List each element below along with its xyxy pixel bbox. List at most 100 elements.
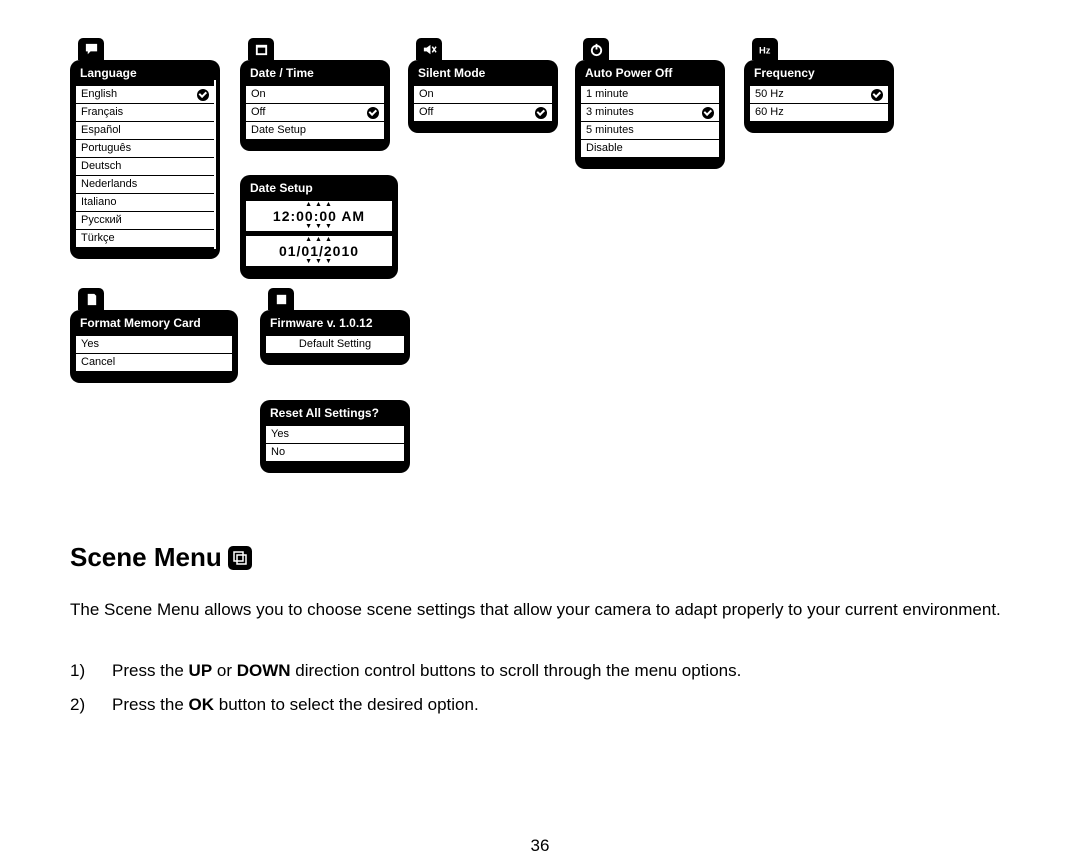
heading-line: Scene Menu (70, 542, 1050, 573)
power-icon (583, 38, 609, 60)
item-label: Italiano (81, 194, 116, 211)
list-item[interactable]: No (266, 444, 404, 461)
menu-title: Firmware v. 1.0.12 (264, 314, 406, 334)
item-label: No (271, 444, 285, 461)
list-item[interactable]: Deutsch (76, 158, 214, 176)
menu-title: Date Setup (244, 179, 394, 198)
list-item[interactable]: Italiano (76, 194, 214, 212)
item-label: 1 minute (586, 86, 628, 103)
list-item[interactable]: 3 minutes (581, 104, 719, 122)
menu-title: Format Memory Card (74, 314, 234, 334)
item-label: 3 minutes (586, 104, 634, 121)
sd-card-icon (78, 288, 104, 310)
manual-page: Language English Français Español Portug… (0, 0, 1080, 864)
item-label: Español (81, 122, 121, 139)
check-icon (535, 107, 547, 119)
check-icon (367, 107, 379, 119)
item-label: Deutsch (81, 158, 121, 175)
item-label: Türkçe (81, 230, 115, 247)
reset-menu: Reset All Settings? Yes No (260, 400, 410, 473)
scrollbar[interactable] (214, 80, 216, 249)
list-item[interactable]: Off (414, 104, 552, 121)
step-number: 1) (70, 654, 92, 688)
firmware-list: Default Setting (264, 334, 406, 355)
date-value: 01/01/2010 (279, 243, 359, 259)
speaker-mute-icon (416, 38, 442, 60)
list-item[interactable]: Türkçe (76, 230, 214, 247)
list-item[interactable]: English (76, 86, 214, 104)
autopower-list: 1 minute 3 minutes 5 minutes Disable (579, 84, 721, 159)
list-item[interactable]: On (414, 86, 552, 104)
list-item[interactable]: Nederlands (76, 176, 214, 194)
item-label: Default Setting (299, 336, 371, 353)
item-label: English (81, 86, 117, 103)
list-item[interactable]: 1 minute (581, 86, 719, 104)
item-label: On (251, 86, 266, 103)
step-2: 2) Press the OK button to select the des… (70, 688, 1050, 722)
list-item[interactable]: On (246, 86, 384, 104)
item-label: Off (251, 104, 265, 121)
item-label: On (419, 86, 434, 103)
list-item[interactable]: Français (76, 104, 214, 122)
step-text: Press the OK button to select the desire… (112, 688, 479, 722)
steps-list: 1) Press the UP or DOWN direction contro… (70, 654, 1050, 722)
scene-icon (228, 546, 252, 570)
intro-paragraph: The Scene Menu allows you to choose scen… (70, 591, 1050, 628)
time-value: 12:00:00 AM (273, 208, 365, 224)
page-number: 36 (0, 836, 1080, 856)
menu-title: Silent Mode (412, 64, 554, 84)
list-item[interactable]: Off (246, 104, 384, 122)
item-label: 60 Hz (755, 104, 784, 121)
check-icon (197, 89, 209, 101)
silent-menu: Silent Mode On Off (408, 60, 558, 133)
list-item[interactable]: 5 minutes (581, 122, 719, 140)
svg-text:Hz: Hz (758, 45, 770, 55)
step-text: Press the UP or DOWN direction control b… (112, 654, 741, 688)
down-arrows-icon: ▼▼▼ (279, 259, 359, 265)
item-label: Disable (586, 140, 623, 157)
list-item[interactable]: Disable (581, 140, 719, 157)
calendar-icon (248, 38, 274, 60)
datetime-menu: Date / Time On Off Date Setup (240, 60, 390, 151)
item-label: 50 Hz (755, 86, 784, 103)
list-item[interactable]: 50 Hz (750, 86, 888, 104)
frequency-list: 50 Hz 60 Hz (748, 84, 890, 123)
time-field[interactable]: ▲▲▲ 12:00:00 AM ▼▼▼ (244, 199, 394, 233)
menu-title: Auto Power Off (579, 64, 721, 84)
date-field[interactable]: ▲▲▲ 01/01/2010 ▼▼▼ (244, 234, 394, 268)
list-item[interactable]: Yes (266, 426, 404, 444)
language-menu: Language English Français Español Portug… (70, 60, 220, 259)
chip-icon (268, 288, 294, 310)
item-label: Nederlands (81, 176, 137, 193)
list-item[interactable]: Cancel (76, 354, 232, 371)
list-item[interactable]: Yes (76, 336, 232, 354)
format-list: Yes Cancel (74, 334, 234, 373)
scene-menu-section: Scene Menu The Scene Menu allows you to … (70, 542, 1050, 722)
menu-screenshots-area: Language English Français Español Portug… (70, 50, 1020, 520)
step-1: 1) Press the UP or DOWN direction contro… (70, 654, 1050, 688)
list-item[interactable]: Português (76, 140, 214, 158)
item-label: Off (419, 104, 433, 121)
datetime-list: On Off Date Setup (244, 84, 386, 141)
list-item[interactable]: Español (76, 122, 214, 140)
step-number: 2) (70, 688, 92, 722)
firmware-menu: Firmware v. 1.0.12 Default Setting (260, 310, 410, 365)
frequency-menu: Hz Frequency 50 Hz 60 Hz (744, 60, 894, 133)
list-item[interactable]: Русский (76, 212, 214, 230)
language-list: English Français Español Português Deuts… (74, 84, 216, 249)
list-item[interactable]: Default Setting (266, 336, 404, 353)
check-icon (871, 89, 883, 101)
format-menu: Format Memory Card Yes Cancel (70, 310, 238, 383)
check-icon (702, 107, 714, 119)
datesetup-menu: Date Setup ▲▲▲ 12:00:00 AM ▼▼▼ ▲▲▲ 01/01… (240, 175, 398, 279)
item-label: Français (81, 104, 123, 121)
menu-title: Reset All Settings? (264, 404, 406, 424)
item-label: Yes (81, 336, 99, 353)
item-label: Português (81, 140, 131, 157)
menu-title: Language (74, 64, 216, 84)
list-item[interactable]: 60 Hz (750, 104, 888, 121)
list-item[interactable]: Date Setup (246, 122, 384, 139)
down-arrows-icon: ▼▼▼ (273, 224, 365, 230)
silent-list: On Off (412, 84, 554, 123)
autopower-menu: Auto Power Off 1 minute 3 minutes 5 minu… (575, 60, 725, 169)
